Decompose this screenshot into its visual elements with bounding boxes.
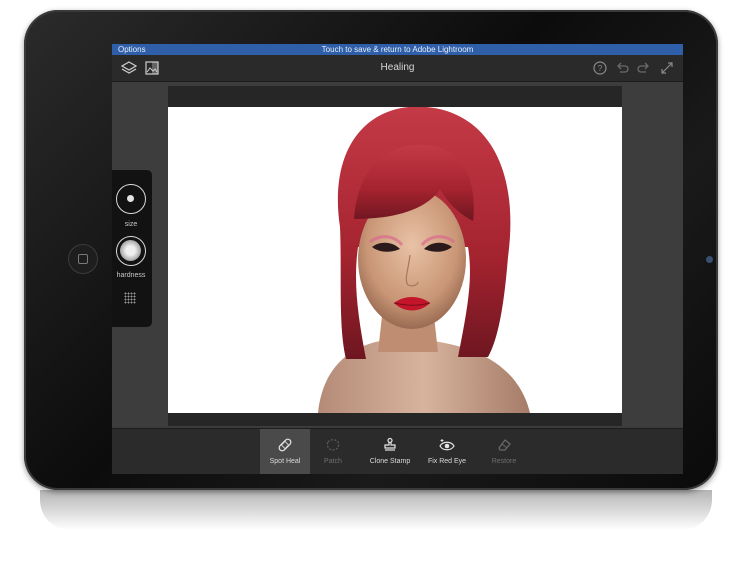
tool-label: Fix Red Eye: [427, 458, 467, 465]
size-dot-icon: [127, 195, 134, 202]
tool-bar: Spot Heal Patch Clone Stamp Fix Red Eye …: [112, 428, 683, 474]
eraser-icon: [498, 439, 511, 451]
brush-hardness-control[interactable]: [116, 236, 146, 266]
top-toolbar: Healing ?: [112, 55, 683, 82]
tool-label: Patch: [324, 458, 342, 465]
return-to-lightroom-label[interactable]: Touch to save & return to Adobe Lightroo…: [112, 44, 683, 55]
canvas-frame: [168, 86, 622, 426]
tool-label: Restore: [491, 458, 517, 465]
tool-spot-heal[interactable]: Spot Heal: [260, 429, 310, 474]
tool-patch[interactable]: Patch: [308, 429, 358, 474]
tool-fix-red-eye[interactable]: Fix Red Eye: [422, 429, 472, 474]
device-reflection: [40, 490, 712, 530]
undo-icon[interactable]: [614, 60, 630, 76]
workspace: [112, 82, 683, 427]
hardness-label: hardness: [116, 272, 146, 279]
status-bar[interactable]: Options Touch to save & return to Adobe …: [112, 44, 683, 55]
fullscreen-icon[interactable]: [659, 60, 675, 76]
tool-label: Clone Stamp: [369, 458, 411, 465]
size-label: size: [124, 221, 138, 228]
svg-text:?: ?: [598, 64, 603, 73]
camera-icon: [706, 256, 713, 263]
bandage-icon: [278, 438, 292, 452]
redo-icon[interactable]: [636, 60, 652, 76]
home-square-icon: [78, 254, 88, 264]
tool-restore[interactable]: Restore: [479, 429, 529, 474]
eye-icon: [439, 439, 455, 451]
app-screen: Options Touch to save & return to Adobe …: [112, 44, 683, 474]
patch-icon: [326, 439, 340, 451]
opacity-grid-icon[interactable]: [124, 292, 136, 304]
tool-clone-stamp[interactable]: Clone Stamp: [365, 429, 415, 474]
brush-settings-panel: size hardness: [112, 170, 152, 327]
stamp-icon: [384, 437, 396, 451]
portrait-image: [318, 107, 530, 413]
help-icon[interactable]: ?: [592, 60, 608, 76]
photo-canvas[interactable]: [168, 107, 622, 413]
tablet-device: Options Touch to save & return to Adobe …: [24, 10, 718, 490]
hardness-gradient-icon: [120, 240, 141, 261]
brush-size-control[interactable]: [116, 184, 146, 214]
home-button[interactable]: [68, 244, 98, 274]
